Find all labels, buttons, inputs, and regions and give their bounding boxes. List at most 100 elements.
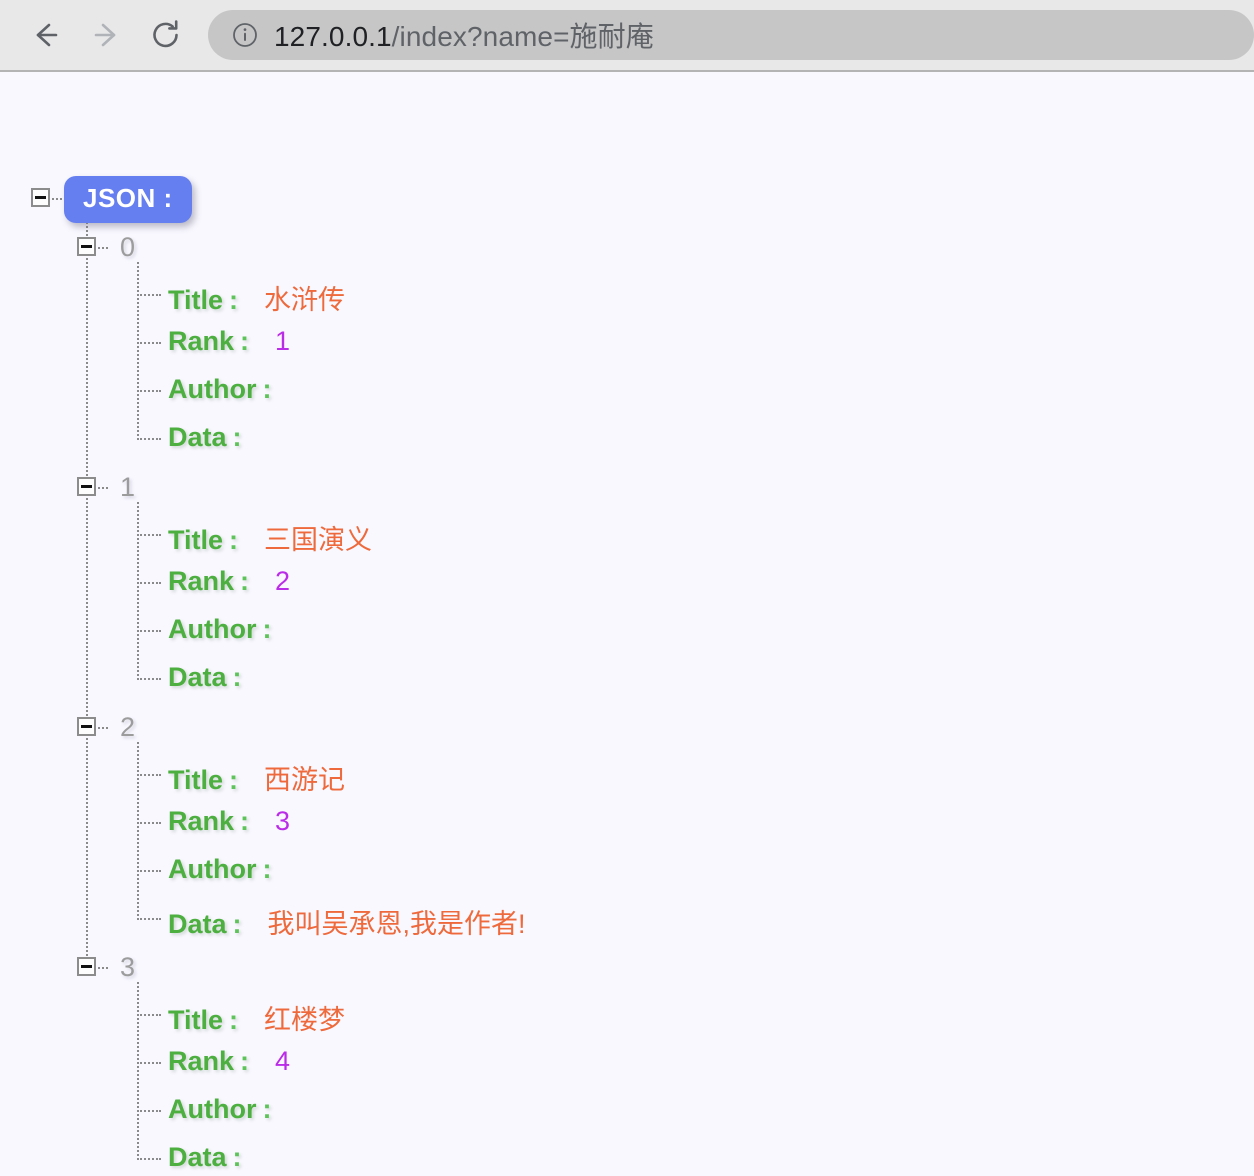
- field-rank-1: Rank:2: [168, 566, 290, 597]
- field-colon: :: [232, 422, 242, 452]
- field-rank-0: Rank:1: [168, 326, 290, 357]
- field-colon: :: [240, 566, 250, 596]
- tree-connector: [52, 198, 62, 200]
- field-key: Data: [168, 422, 227, 452]
- field-value: 3: [275, 806, 291, 836]
- url-host: 127.0.0.1: [274, 21, 392, 52]
- field-value: 我叫吴承恩,我是作者!: [267, 909, 526, 939]
- item-toggle-0[interactable]: [77, 237, 96, 256]
- field-colon: :: [232, 909, 242, 939]
- field-rank-2: Rank:3: [168, 806, 290, 837]
- tree-spine-item-2: [137, 742, 139, 920]
- field-key: Title: [168, 1005, 224, 1035]
- reload-button[interactable]: [142, 11, 190, 59]
- field-key: Rank: [168, 1046, 235, 1076]
- tree-connector: [137, 1014, 161, 1016]
- field-colon: :: [240, 1046, 250, 1076]
- tree-spine-item-1: [137, 502, 139, 680]
- field-key: Author: [168, 614, 257, 644]
- field-value: 1: [275, 326, 291, 356]
- field-title-0: Title: 水浒传: [168, 278, 345, 317]
- tree-connector: [137, 822, 161, 824]
- url-text: 127.0.0.1/index?name=施耐庵: [274, 15, 654, 55]
- item-toggle-2[interactable]: [77, 717, 96, 736]
- back-button[interactable]: [22, 11, 70, 59]
- field-value: 三国演义: [264, 525, 373, 555]
- field-data-2: Data: 我叫吴承恩,我是作者!: [168, 902, 526, 941]
- field-key: Author: [168, 854, 257, 884]
- field-colon: :: [229, 525, 239, 555]
- tree-connector: [98, 487, 108, 489]
- field-key: Author: [168, 374, 257, 404]
- field-title-3: Title: 红楼梦: [168, 998, 345, 1037]
- field-value: 水浒传: [264, 285, 346, 315]
- root-toggle[interactable]: [31, 188, 50, 207]
- field-value: 红楼梦: [264, 1005, 346, 1035]
- tree-spine-item-0: [137, 262, 139, 440]
- back-arrow-icon: [26, 15, 66, 55]
- field-colon: :: [262, 374, 272, 404]
- field-key: Title: [168, 525, 224, 555]
- tree-connector: [137, 534, 161, 536]
- item-index-1: 1: [120, 472, 136, 502]
- field-key: Author: [168, 1094, 257, 1124]
- item-toggle-3[interactable]: [77, 957, 96, 976]
- tree-connector: [98, 727, 108, 729]
- field-key: Title: [168, 285, 224, 315]
- browser-toolbar: 127.0.0.1/index?name=施耐庵: [0, 0, 1254, 72]
- tree-connector: [137, 774, 161, 776]
- forward-arrow-icon: [86, 15, 126, 55]
- field-colon: :: [232, 662, 242, 692]
- tree-connector: [137, 342, 161, 344]
- field-colon: :: [262, 614, 272, 644]
- field-author-3: Author:: [168, 1094, 297, 1125]
- field-key: Rank: [168, 566, 235, 596]
- tree-connector: [137, 630, 161, 632]
- field-value: 4: [275, 1046, 291, 1076]
- field-data-1: Data:: [168, 662, 268, 693]
- item-index-0: 0: [120, 232, 136, 262]
- field-value: 2: [275, 566, 291, 596]
- field-colon: :: [240, 806, 250, 836]
- tree-connector: [98, 247, 108, 249]
- field-colon: :: [240, 326, 250, 356]
- field-data-0: Data:: [168, 422, 268, 453]
- field-key: Data: [168, 662, 227, 692]
- tree-spine-item-3: [137, 982, 139, 1160]
- json-root-label: JSON :: [64, 176, 192, 223]
- tree-connector: [137, 678, 161, 680]
- field-data-3: Data:: [168, 1142, 268, 1173]
- tree-connector: [98, 967, 108, 969]
- field-author-0: Author:: [168, 374, 297, 405]
- field-key: Title: [168, 765, 224, 795]
- field-rank-3: Rank:4: [168, 1046, 290, 1077]
- field-title-2: Title: 西游记: [168, 758, 345, 797]
- field-author-2: Author:: [168, 854, 297, 885]
- tree-spine-root: [86, 206, 88, 976]
- field-colon: :: [229, 1005, 239, 1035]
- item-toggle-1[interactable]: [77, 477, 96, 496]
- field-key: Rank: [168, 326, 235, 356]
- forward-button[interactable]: [82, 11, 130, 59]
- field-colon: :: [262, 1094, 272, 1124]
- info-circle-icon[interactable]: [232, 22, 258, 48]
- field-author-1: Author:: [168, 614, 297, 645]
- tree-connector: [137, 582, 161, 584]
- tree-connector: [137, 1110, 161, 1112]
- field-key: Rank: [168, 806, 235, 836]
- field-colon: :: [229, 765, 239, 795]
- field-key: Data: [168, 1142, 227, 1172]
- field-title-1: Title: 三国演义: [168, 518, 372, 557]
- tree-connector: [137, 870, 161, 872]
- field-colon: :: [229, 285, 239, 315]
- field-value: 西游记: [264, 765, 346, 795]
- field-key: Data: [168, 909, 227, 939]
- tree-connector: [137, 438, 161, 440]
- url-bar[interactable]: 127.0.0.1/index?name=施耐庵: [208, 10, 1254, 60]
- tree-connector: [137, 390, 161, 392]
- field-colon: :: [232, 1142, 242, 1172]
- field-colon: :: [262, 854, 272, 884]
- tree-connector: [137, 294, 161, 296]
- tree-connector: [137, 1062, 161, 1064]
- reload-icon: [146, 15, 186, 55]
